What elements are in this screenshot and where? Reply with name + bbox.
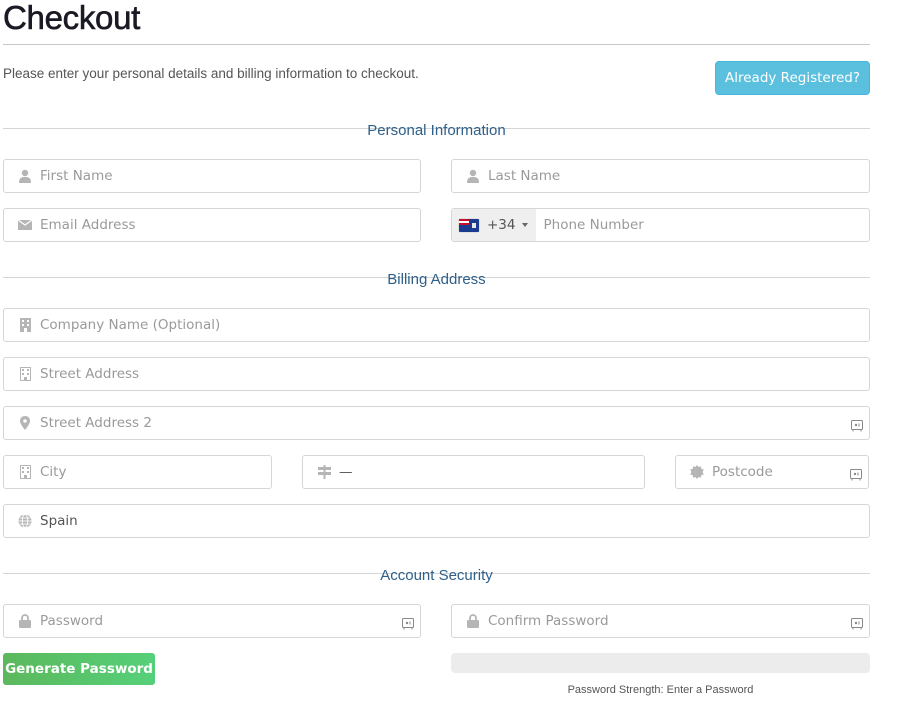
email-input[interactable] bbox=[40, 210, 420, 240]
password-manager-icon[interactable] bbox=[851, 615, 863, 630]
state-field[interactable] bbox=[302, 455, 645, 489]
confirm-password-input[interactable] bbox=[488, 606, 851, 636]
building-icon bbox=[18, 367, 32, 381]
confirm-password-field[interactable] bbox=[451, 604, 870, 638]
company-field[interactable] bbox=[3, 308, 870, 342]
building-icon bbox=[18, 318, 32, 332]
country-select[interactable] bbox=[40, 506, 869, 536]
password-strength-text: Password Strength: Enter a Password bbox=[567, 684, 754, 696]
section-title-personal: Personal Information bbox=[367, 122, 506, 139]
envelope-icon bbox=[18, 218, 32, 232]
last-name-field[interactable] bbox=[451, 159, 870, 193]
globe-icon bbox=[18, 514, 32, 528]
password-manager-icon[interactable] bbox=[402, 615, 414, 630]
phone-field[interactable]: +34 bbox=[451, 208, 870, 242]
caret-down-icon bbox=[521, 223, 528, 227]
street-address-field[interactable] bbox=[3, 357, 870, 391]
first-name-input[interactable] bbox=[40, 161, 420, 191]
first-name-field[interactable] bbox=[3, 159, 421, 193]
user-icon bbox=[466, 169, 480, 183]
already-registered-button[interactable]: Already Registered? bbox=[715, 61, 870, 95]
password-manager-icon[interactable] bbox=[850, 466, 862, 481]
company-input[interactable] bbox=[40, 310, 869, 340]
lock-icon bbox=[18, 614, 32, 628]
generate-password-button[interactable]: Generate Password bbox=[3, 653, 155, 685]
flag-icon bbox=[459, 218, 479, 232]
title-divider bbox=[3, 44, 870, 45]
city-input[interactable] bbox=[40, 457, 271, 487]
country-code-selector[interactable]: +34 bbox=[452, 209, 536, 241]
last-name-input[interactable] bbox=[488, 161, 869, 191]
intro-text: Please enter your personal details and b… bbox=[3, 66, 419, 81]
city-field[interactable] bbox=[3, 455, 272, 489]
password-manager-icon[interactable] bbox=[851, 417, 863, 432]
user-icon bbox=[18, 169, 32, 183]
phone-input[interactable] bbox=[535, 210, 869, 240]
password-input[interactable] bbox=[40, 606, 402, 636]
country-field[interactable] bbox=[3, 504, 870, 538]
postcode-field[interactable] bbox=[675, 455, 869, 489]
state-select[interactable] bbox=[339, 457, 644, 487]
dial-code: +34 bbox=[487, 217, 516, 233]
email-field[interactable] bbox=[3, 208, 421, 242]
certificate-icon bbox=[690, 465, 704, 479]
building-icon bbox=[18, 465, 32, 479]
section-title-billing: Billing Address bbox=[387, 271, 486, 288]
street-address-2-field[interactable] bbox=[3, 406, 870, 440]
signpost-icon bbox=[317, 465, 331, 479]
page-title: Checkout bbox=[3, 0, 141, 36]
street-address-2-input[interactable] bbox=[40, 408, 851, 438]
section-title-security: Account Security bbox=[380, 567, 493, 584]
postcode-input[interactable] bbox=[712, 457, 850, 487]
password-strength-bar bbox=[451, 653, 870, 673]
street-address-input[interactable] bbox=[40, 359, 869, 389]
lock-icon bbox=[466, 614, 480, 628]
map-marker-icon bbox=[18, 416, 32, 430]
password-field[interactable] bbox=[3, 604, 421, 638]
